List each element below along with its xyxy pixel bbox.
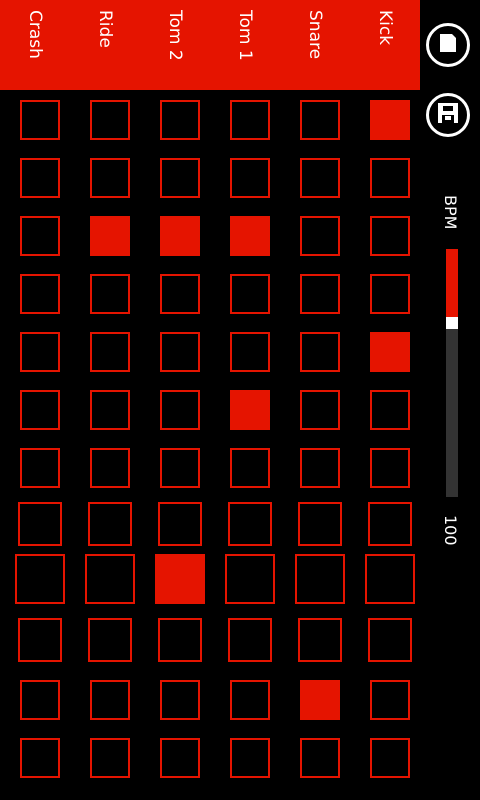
step-cell-r2-c3[interactable]	[160, 158, 200, 198]
step-cell-r3-c5[interactable]	[300, 216, 340, 256]
step-cell-r6-c1[interactable]	[20, 390, 60, 430]
step-cell-r7-c5[interactable]	[300, 448, 340, 488]
track-label-crash: Crash	[25, 10, 45, 59]
step-cell-r7-c6[interactable]	[370, 448, 410, 488]
step-cell-r3-c4[interactable]	[230, 216, 270, 256]
step-cell-r5-c6[interactable]	[370, 332, 410, 372]
step-cell-r8-c3[interactable]	[158, 502, 202, 546]
track-label-tom2: Tom 2	[165, 10, 185, 61]
step-grid	[0, 90, 420, 800]
track-label-kick: Kick	[375, 10, 395, 46]
step-cell-r9-c5[interactable]	[295, 554, 345, 604]
step-cell-r8-c6[interactable]	[368, 502, 412, 546]
step-cell-r6-c6[interactable]	[370, 390, 410, 430]
step-cell-r1-c4[interactable]	[230, 100, 270, 140]
step-cell-r3-c6[interactable]	[370, 216, 410, 256]
step-cell-r6-c3[interactable]	[160, 390, 200, 430]
step-cell-r1-c3[interactable]	[160, 100, 200, 140]
save-icon	[437, 102, 459, 128]
step-cell-r11-c4[interactable]	[230, 680, 270, 720]
step-cell-r2-c2[interactable]	[90, 158, 130, 198]
step-cell-r5-c2[interactable]	[90, 332, 130, 372]
step-cell-r7-c3[interactable]	[160, 448, 200, 488]
step-cell-r8-c5[interactable]	[298, 502, 342, 546]
track-label-tom1: Tom 1	[235, 10, 255, 61]
step-cell-r3-c1[interactable]	[20, 216, 60, 256]
step-cell-r5-c4[interactable]	[230, 332, 270, 372]
step-cell-r6-c5[interactable]	[300, 390, 340, 430]
step-cell-r12-c1[interactable]	[20, 738, 60, 778]
step-cell-r11-c1[interactable]	[20, 680, 60, 720]
step-cell-r4-c2[interactable]	[90, 274, 130, 314]
step-cell-r4-c5[interactable]	[300, 274, 340, 314]
step-cell-r1-c2[interactable]	[90, 100, 130, 140]
step-cell-r7-c2[interactable]	[90, 448, 130, 488]
step-cell-r11-c2[interactable]	[90, 680, 130, 720]
step-cell-r6-c2[interactable]	[90, 390, 130, 430]
step-cell-r6-c4[interactable]	[230, 390, 270, 430]
step-cell-r11-c5[interactable]	[300, 680, 340, 720]
step-cell-r12-c4[interactable]	[230, 738, 270, 778]
step-cell-r2-c1[interactable]	[20, 158, 60, 198]
track-header: Crash Ride Tom 2 Tom 1 Snare Kick	[0, 0, 420, 90]
step-cell-r12-c5[interactable]	[300, 738, 340, 778]
step-cell-r4-c3[interactable]	[160, 274, 200, 314]
step-cell-r8-c1[interactable]	[18, 502, 62, 546]
track-label-ride: Ride	[95, 10, 115, 48]
stop-icon	[438, 33, 458, 57]
step-cell-r10-c2[interactable]	[88, 618, 132, 662]
bpm-slider-fill	[446, 249, 458, 317]
step-cell-r4-c6[interactable]	[370, 274, 410, 314]
track-label-snare: Snare	[305, 10, 325, 60]
step-cell-r5-c1[interactable]	[20, 332, 60, 372]
step-cell-r2-c5[interactable]	[300, 158, 340, 198]
step-cell-r7-c4[interactable]	[230, 448, 270, 488]
step-cell-r9-c6[interactable]	[365, 554, 415, 604]
step-cell-r3-c2[interactable]	[90, 216, 130, 256]
step-cell-r9-c1[interactable]	[15, 554, 65, 604]
step-cell-r12-c3[interactable]	[160, 738, 200, 778]
step-cell-r10-c1[interactable]	[18, 618, 62, 662]
step-cell-r7-c1[interactable]	[20, 448, 60, 488]
step-cell-r11-c3[interactable]	[160, 680, 200, 720]
step-cell-r9-c3[interactable]	[155, 554, 205, 604]
step-cell-r4-c4[interactable]	[230, 274, 270, 314]
step-cell-r10-c4[interactable]	[228, 618, 272, 662]
bpm-slider-thumb[interactable]	[446, 317, 458, 329]
step-cell-r4-c1[interactable]	[20, 274, 60, 314]
step-cell-r10-c5[interactable]	[298, 618, 342, 662]
step-cell-r10-c3[interactable]	[158, 618, 202, 662]
step-cell-r10-c6[interactable]	[368, 618, 412, 662]
bpm-value: 100	[441, 515, 460, 546]
step-cell-r8-c2[interactable]	[88, 502, 132, 546]
step-cell-r9-c4[interactable]	[225, 554, 275, 604]
step-cell-r1-c5[interactable]	[300, 100, 340, 140]
save-button[interactable]	[426, 93, 470, 137]
step-cell-r1-c1[interactable]	[20, 100, 60, 140]
step-cell-r2-c4[interactable]	[230, 158, 270, 198]
step-cell-r12-c2[interactable]	[90, 738, 130, 778]
step-cell-r5-c5[interactable]	[300, 332, 340, 372]
step-cell-r5-c3[interactable]	[160, 332, 200, 372]
step-cell-r1-c6[interactable]	[370, 100, 410, 140]
step-cell-r8-c4[interactable]	[228, 502, 272, 546]
bpm-label: BPM	[441, 195, 460, 230]
step-cell-r12-c6[interactable]	[370, 738, 410, 778]
step-cell-r2-c6[interactable]	[370, 158, 410, 198]
step-cell-r9-c2[interactable]	[85, 554, 135, 604]
step-cell-r11-c6[interactable]	[370, 680, 410, 720]
bpm-slider[interactable]	[446, 249, 458, 497]
step-cell-r3-c3[interactable]	[160, 216, 200, 256]
stop-button[interactable]	[426, 23, 470, 67]
